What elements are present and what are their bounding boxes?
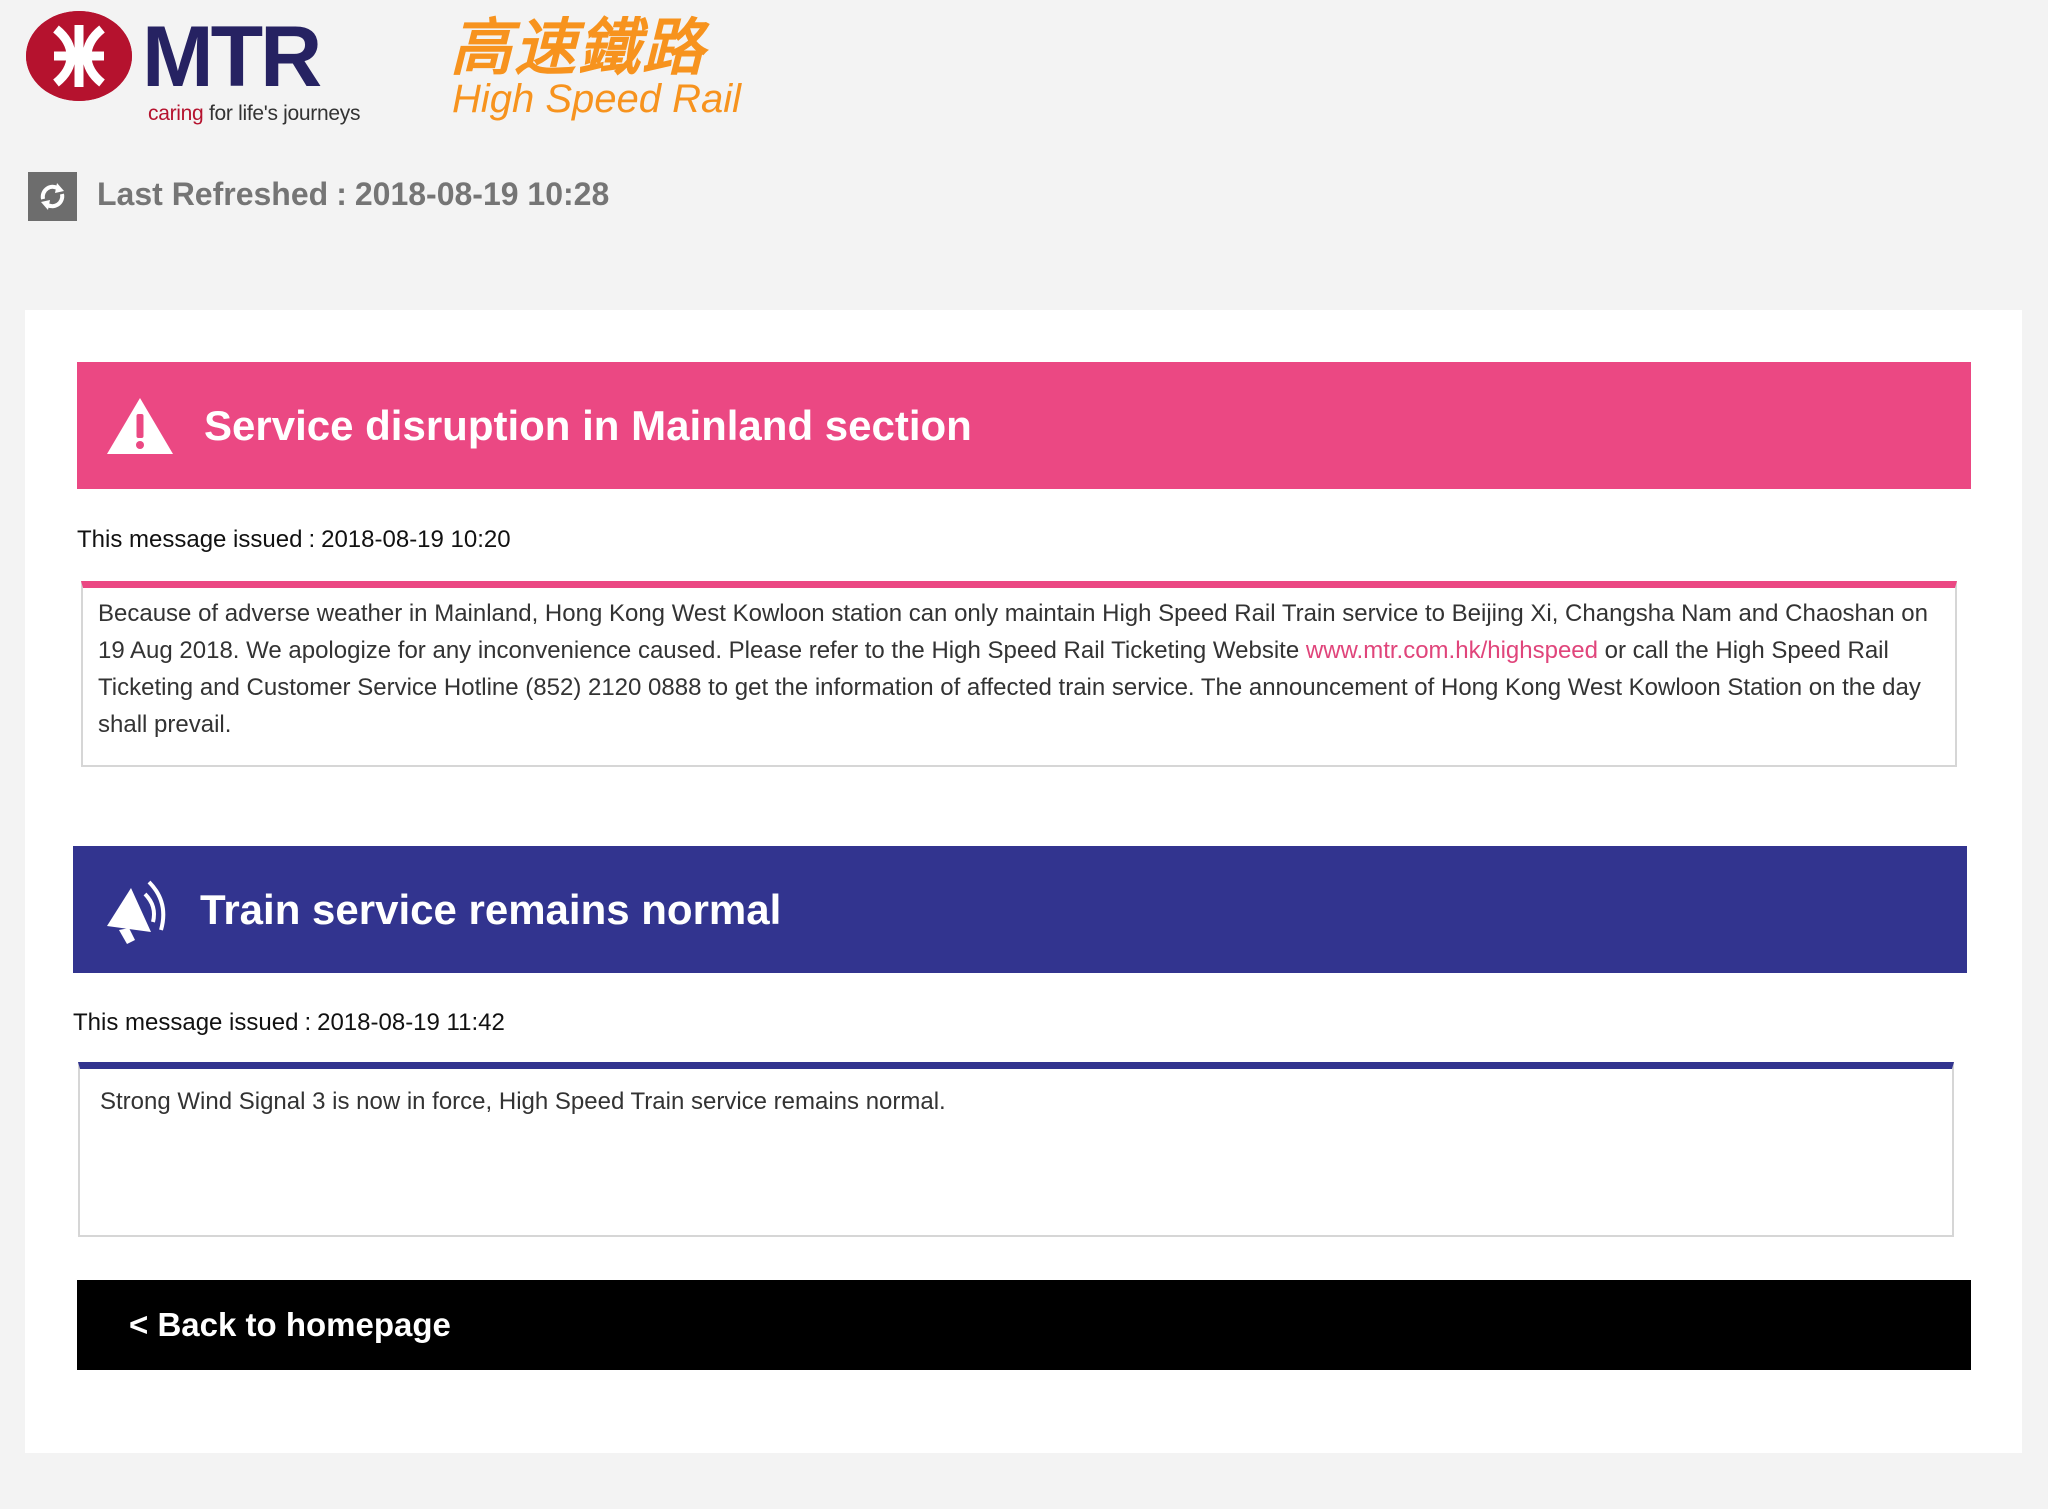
last-refreshed-value: 2018-08-19 10:28 [354, 176, 610, 212]
mtr-wordmark: MTR [142, 9, 322, 105]
alert-body-text: Strong Wind Signal 3 is now in force, Hi… [100, 1088, 946, 1115]
issued-separator: : [308, 526, 316, 553]
mtr-logo: MTR caring for life's journeys [26, 8, 386, 133]
high-speed-rail-logo: 高速鐵路 High Speed Rail [450, 14, 770, 124]
refresh-icon [40, 183, 65, 210]
alert-message-box: Strong Wind Signal 3 is now in force, Hi… [78, 1062, 1954, 1237]
tagline-caring: caring [148, 102, 204, 125]
alert-title: Train service remains normal [200, 886, 782, 933]
back-to-homepage-button[interactable]: < Back to homepage [77, 1280, 1971, 1370]
alert-issued-time: This message issued:2018-08-19 11:42 [73, 1008, 505, 1038]
hsr-logo-english: High Speed Rail [452, 77, 742, 121]
alert-banner-disruption: Service disruption in Mainland section [77, 362, 1971, 489]
alert-banner-normal: Train service remains normal [73, 846, 1967, 973]
hsr-logo-chinese: 高速鐵路 [450, 11, 707, 84]
alert-issued-time: This message issued:2018-08-19 10:20 [77, 525, 511, 555]
warning-icon [105, 362, 175, 494]
issued-separator: : [304, 1009, 312, 1036]
tagline-rest: for life's journeys [208, 102, 361, 125]
mtr-tagline: caring for life's journeys [148, 102, 360, 126]
back-button-label: < Back to homepage [129, 1306, 451, 1343]
issued-value: 2018-08-19 10:20 [321, 526, 511, 553]
last-refreshed: Last Refreshed:2018-08-19 10:28 [97, 174, 609, 214]
issued-label: This message issued [77, 526, 303, 553]
last-refreshed-separator: : [336, 176, 347, 212]
refresh-button[interactable] [28, 172, 77, 221]
issued-value: 2018-08-19 11:42 [317, 1009, 505, 1036]
mtr-emblem-icon [26, 11, 132, 101]
alert-message-box: Because of adverse weather in Mainland, … [81, 581, 1957, 767]
highspeed-website-link[interactable]: www.mtr.com.hk/highspeed [1306, 637, 1598, 664]
issued-label: This message issued [73, 1009, 299, 1036]
last-refreshed-label: Last Refreshed [97, 176, 329, 212]
megaphone-icon [99, 846, 179, 978]
alert-title: Service disruption in Mainland section [204, 402, 972, 449]
